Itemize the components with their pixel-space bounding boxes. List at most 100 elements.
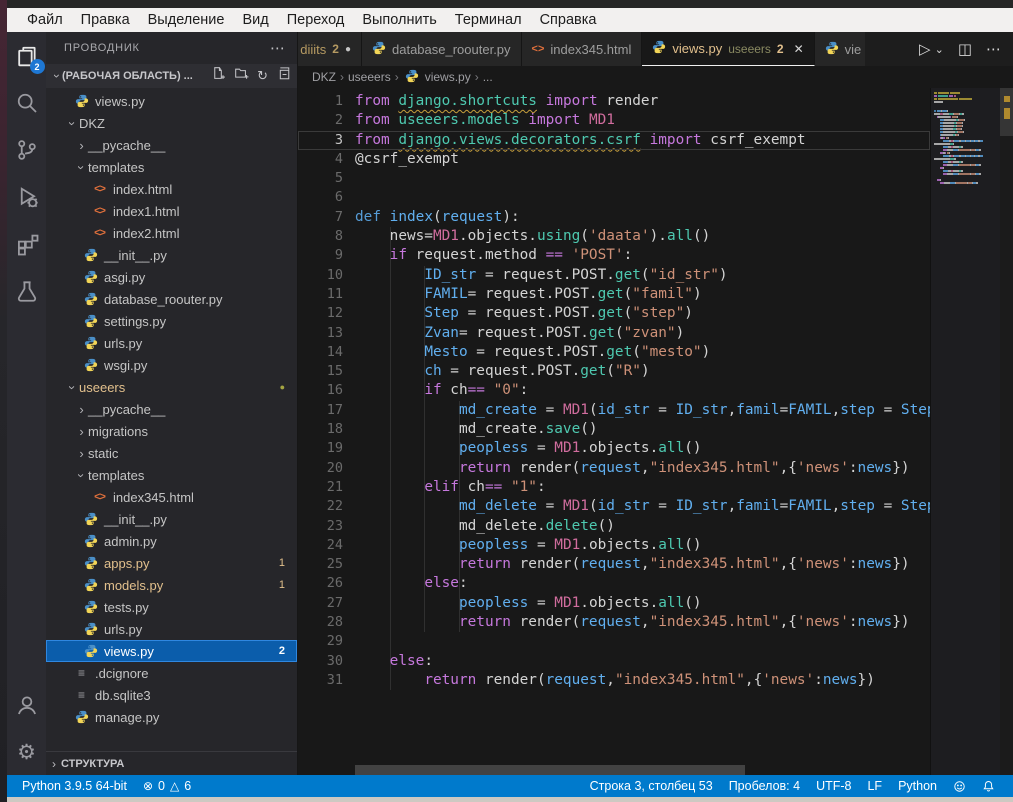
run-debug-icon[interactable] [4,173,50,220]
menu-item-справка[interactable]: Справка [531,8,606,32]
tree-file-.dcignore[interactable]: ≡.dcignore [46,662,297,684]
run-button[interactable]: ▷ [919,40,931,58]
tree-folder-migrations[interactable]: ›migrations [46,420,297,442]
refresh-icon[interactable]: ↻ [257,67,268,85]
testing-icon[interactable] [4,267,50,314]
tree-folder-DKZ[interactable]: ›DKZ [46,112,297,134]
line-number[interactable]: 24 [298,536,343,555]
breadcrumb-segment-useeers[interactable]: useeers [348,70,391,84]
line-number[interactable]: 20 [298,459,343,478]
horizontal-scrollbar-thumb[interactable] [355,765,745,775]
line-number[interactable]: 7 [298,208,343,227]
line-number[interactable]: 25 [298,555,343,574]
code-line-17[interactable]: 17 md_create = MD1(id_str = ID_str,famil… [298,401,930,420]
code-line-6[interactable]: 6 [298,188,930,207]
line-number[interactable]: 26 [298,574,343,593]
line-number[interactable]: 22 [298,497,343,516]
code-line-7[interactable]: 7def index(request): [298,208,930,227]
tree-file-admin.py[interactable]: admin.py [46,530,297,552]
source-control-icon[interactable] [4,126,50,173]
code-line-16[interactable]: 16 if ch== "0": [298,381,930,400]
outline-section-header[interactable]: › СТРУКТУРА [46,751,297,775]
code-line-27[interactable]: 27 peopless = MD1.objects.all() [298,594,930,613]
account-icon[interactable] [4,681,50,728]
menu-item-терминал[interactable]: Терминал [446,8,531,32]
status-problems[interactable]: ⊗0△6 [135,775,199,797]
tree-folder-templates[interactable]: ›templates [46,156,297,178]
code-editor[interactable]: 1from django.shortcuts import render2fro… [298,88,1013,775]
line-number[interactable]: 4 [298,150,343,169]
line-number[interactable]: 31 [298,671,343,690]
line-number[interactable]: 18 [298,420,343,439]
code-line-5[interactable]: 5 [298,169,930,188]
line-number[interactable]: 19 [298,439,343,458]
tree-file-index2.html[interactable]: <>index2.html [46,222,297,244]
line-number[interactable]: 28 [298,613,343,632]
code-line-10[interactable]: 10 ID_str = request.POST.get("id_str") [298,266,930,285]
close-icon[interactable]: ✕ [794,42,804,56]
tree-file-index345.html[interactable]: <>index345.html [46,486,297,508]
code-line-4[interactable]: 4@csrf_exempt [298,150,930,169]
menu-item-вид[interactable]: Вид [233,8,277,32]
tree-folder-templates[interactable]: ›templates [46,464,297,486]
tree-file-urls.py[interactable]: urls.py [46,618,297,640]
tree-folder-static[interactable]: ›static [46,442,297,464]
code-line-30[interactable]: 30 else: [298,652,930,671]
code-line-20[interactable]: 20 return render(request,"index345.html"… [298,459,930,478]
tree-folder-useeers[interactable]: ›useeers● [46,376,297,398]
status-language-mode[interactable]: Python [890,775,945,797]
code-line-26[interactable]: 26 else: [298,574,930,593]
line-number[interactable]: 12 [298,304,343,323]
code-line-9[interactable]: 9 if request.method == 'POST': [298,246,930,265]
minimap[interactable] [930,88,1000,775]
line-number[interactable]: 30 [298,652,343,671]
sidebar-header[interactable]: ПРОВОДНИК ⋯ [46,32,297,64]
code-line-21[interactable]: 21 elif ch== "1": [298,478,930,497]
tree-file-asgi.py[interactable]: asgi.py [46,266,297,288]
line-number[interactable]: 2 [298,111,343,130]
tree-file-__init__.py[interactable]: __init__.py [46,508,297,530]
split-editor-button[interactable]: ◫ [958,40,972,58]
tree-file-tests.py[interactable]: tests.py [46,596,297,618]
tree-file-__init__.py[interactable]: __init__.py [46,244,297,266]
menu-item-файл[interactable]: Файл [18,8,72,32]
status-encoding[interactable]: UTF-8 [808,775,859,797]
workspace-section-header[interactable]: › (РАБОЧАЯ ОБЛАСТЬ) ... ↻ [46,64,297,88]
line-number[interactable]: 15 [298,362,343,381]
line-number[interactable]: 27 [298,594,343,613]
line-number[interactable]: 13 [298,324,343,343]
code-line-8[interactable]: 8 news=MD1.objects.using('daata').all() [298,227,930,246]
code-line-18[interactable]: 18 md_create.save() [298,420,930,439]
line-number[interactable]: 10 [298,266,343,285]
line-number[interactable]: 5 [298,169,343,188]
line-number[interactable]: 14 [298,343,343,362]
code-line-29[interactable]: 29 [298,632,930,651]
code-line-23[interactable]: 23 md_delete.delete() [298,517,930,536]
settings-gear-icon[interactable]: ⚙ [4,728,50,775]
breadcrumb-segment-...[interactable]: ... [483,70,493,84]
code-line-2[interactable]: 2from useeers.models import MD1 [298,111,930,130]
collapse-all-icon[interactable] [276,66,291,86]
tree-file-db.sqlite3[interactable]: ≡db.sqlite3 [46,684,297,706]
vertical-scrollbar[interactable] [1000,88,1013,775]
code-line-15[interactable]: 15 ch = request.POST.get("R") [298,362,930,381]
search-icon[interactable] [4,79,50,126]
extensions-icon[interactable] [4,220,50,267]
tree-folder-__pycache__[interactable]: ›__pycache__ [46,134,297,156]
line-number[interactable]: 6 [298,188,343,207]
tab-diiits[interactable]: diiits2● [298,32,362,66]
code-line-11[interactable]: 11 FAMIL= request.POST.get("famil") [298,285,930,304]
line-number[interactable]: 21 [298,478,343,497]
code-line-13[interactable]: 13 Zvan= request.POST.get("zvan") [298,324,930,343]
menu-item-переход[interactable]: Переход [278,8,354,32]
menu-item-выполнить[interactable]: Выполнить [353,8,445,32]
tab-vie[interactable]: vie [815,32,865,66]
new-file-icon[interactable] [211,66,226,86]
status-cursor-position[interactable]: Строка 3, столбец 53 [582,775,721,797]
line-number[interactable]: 16 [298,381,343,400]
status-indentation[interactable]: Пробелов: 4 [721,775,808,797]
run-dropdown-chevron[interactable]: ⌄ [935,43,944,56]
status-python-interpreter[interactable]: Python 3.9.5 64-bit [14,775,135,797]
code-line-31[interactable]: 31 return render(request,"index345.html"… [298,671,930,690]
tree-file-index.html[interactable]: <>index.html [46,178,297,200]
